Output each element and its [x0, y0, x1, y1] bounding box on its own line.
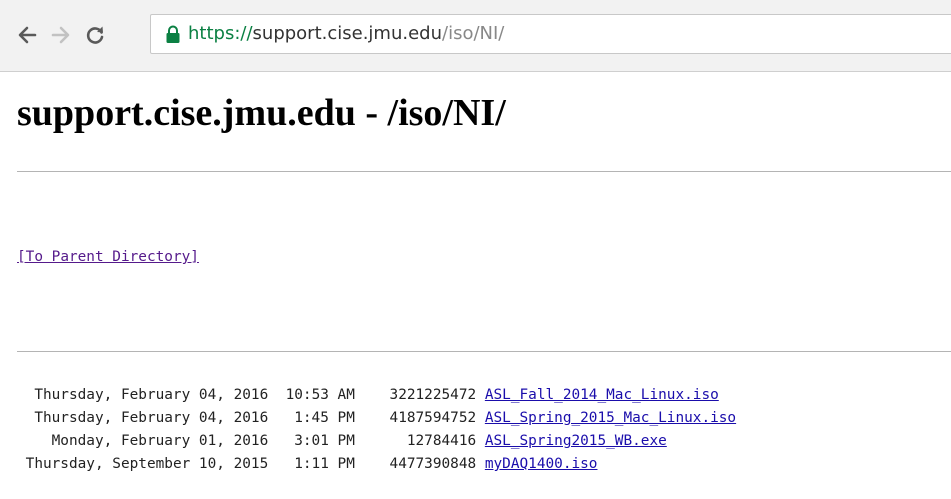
parent-directory-link[interactable]: [To Parent Directory]: [17, 249, 199, 265]
file-link[interactable]: ASL_Spring_2015_Mac_Linux.iso: [485, 410, 736, 426]
file-time: 3:01 PM: [294, 433, 355, 449]
back-button[interactable]: [14, 22, 40, 48]
url-text[interactable]: https://support.cise.jmu.edu/iso/NI/: [188, 22, 504, 46]
file-time: 10:53 AM: [285, 387, 355, 403]
file-date: Monday, February 01, 2016: [51, 433, 269, 449]
reload-button[interactable]: [82, 22, 108, 48]
file-size: 3221225472: [389, 387, 477, 403]
reload-icon: [86, 26, 104, 44]
file-time: 1:45 PM: [294, 410, 355, 426]
file-link[interactable]: myDAQ1400.iso: [485, 456, 598, 472]
url-path: /iso/NI/: [442, 23, 505, 44]
address-bar[interactable]: https://support.cise.jmu.edu/iso/NI/: [150, 14, 951, 54]
file-row: Monday, February 01, 2016 3:01 PM 1278441…: [17, 430, 736, 453]
file-row: Thursday, February 04, 2016 10:53 AM 3221…: [17, 384, 736, 407]
file-date: Thursday, September 10, 2015: [25, 456, 269, 472]
browser-toolbar: https://support.cise.jmu.edu/iso/NI/: [0, 0, 951, 72]
file-time: 1:11 PM: [294, 456, 355, 472]
divider-top: [17, 171, 951, 172]
file-size: 4187594752: [389, 410, 477, 426]
file-link[interactable]: ASL_Fall_2014_Mac_Linux.iso: [485, 387, 719, 403]
file-date: Thursday, February 04, 2016: [34, 410, 269, 426]
divider-bottom: [17, 351, 951, 352]
file-size: 12784416: [406, 433, 477, 449]
directory-listing: [To Parent Directory] Thursday, February…: [17, 200, 736, 499]
file-row: Thursday, February 04, 2016 1:45 PM 41875…: [17, 407, 736, 430]
file-link[interactable]: ASL_Spring2015_WB.exe: [485, 433, 667, 449]
url-host: support.cise.jmu.edu: [252, 23, 443, 44]
page-title: support.cise.jmu.edu - /iso/NI/: [17, 92, 506, 134]
file-date: Thursday, February 04, 2016: [34, 387, 269, 403]
lock-icon: [166, 25, 180, 43]
file-size: 4477390848: [389, 456, 477, 472]
url-scheme: https://: [188, 23, 253, 44]
arrow-right-icon: [51, 26, 70, 44]
arrow-left-icon: [18, 26, 37, 44]
file-list: Thursday, February 04, 2016 10:53 AM 3221…: [17, 384, 736, 476]
forward-button[interactable]: [48, 22, 74, 48]
file-row: Thursday, September 10, 2015 1:11 PM 4477…: [17, 453, 736, 476]
